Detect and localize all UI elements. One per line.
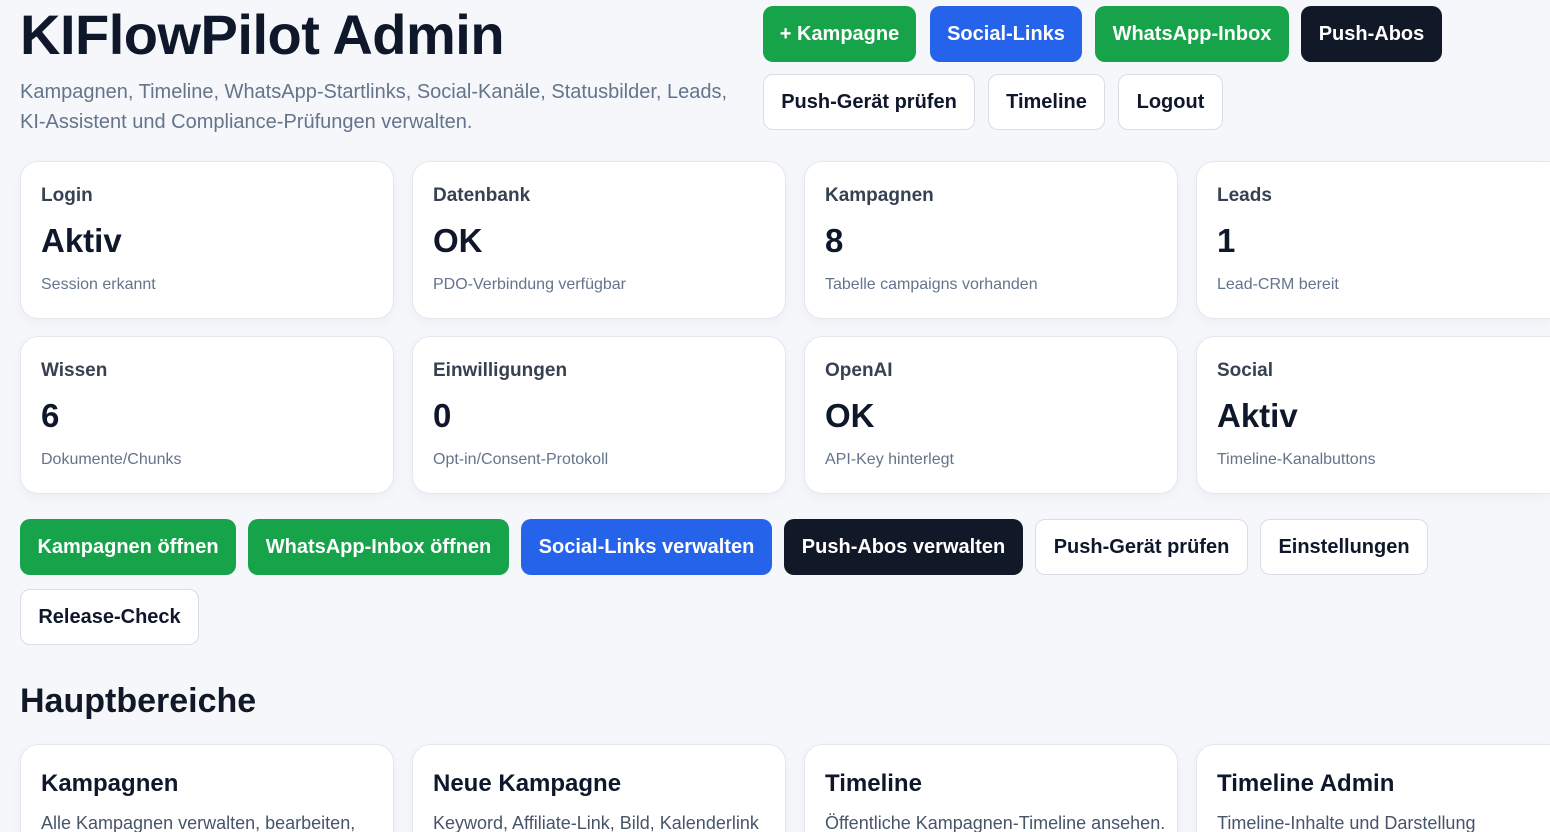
- page-title: KIFlowPilot Admin: [20, 3, 505, 66]
- area-card-title: Timeline: [825, 770, 922, 797]
- release-check-button[interactable]: Release-Check: [20, 589, 199, 645]
- page-subtitle: Kampagnen, Timeline, WhatsApp-Startlinks…: [20, 81, 728, 133]
- open-campaigns-button[interactable]: Kampagnen öffnen: [20, 519, 236, 575]
- area-card-description: Keyword, Affiliate-Link, Bild, Kalenderl…: [433, 813, 759, 832]
- open-whatsapp-inbox-button[interactable]: WhatsApp-Inbox öffnen: [248, 519, 509, 575]
- new-campaign-button[interactable]: + Kampagne: [763, 6, 916, 62]
- status-card-label: Social: [1217, 360, 1273, 381]
- status-card-label: Datenbank: [433, 185, 531, 206]
- section-title-main-areas: Hauptbereiche: [20, 682, 257, 720]
- area-card-title: Timeline Admin: [1217, 770, 1395, 797]
- status-card-value: 6: [41, 397, 60, 434]
- status-card-login: Login Aktiv Session erkannt: [20, 161, 394, 319]
- area-card-campaigns[interactable]: Kampagnen Alle Kampagnen verwalten, bear…: [20, 744, 394, 832]
- status-card-note: Opt-in/Consent-Protokoll: [433, 451, 609, 468]
- push-subscriptions-button[interactable]: Push-Abos: [1301, 6, 1442, 62]
- status-card-label: Kampagnen: [825, 185, 934, 206]
- status-card-label: Einwilligungen: [433, 360, 568, 381]
- status-card-social: Social Aktiv Timeline-Kanalbuttons: [1196, 336, 1550, 494]
- status-card-label: Wissen: [41, 360, 108, 381]
- area-card-description: Alle Kampagnen verwalten, bearbeiten,: [41, 813, 356, 832]
- area-card-timeline[interactable]: Timeline Öffentliche Kampagnen-Timeline …: [804, 744, 1178, 832]
- area-card-description: Timeline-Inhalte und Darstellung: [1217, 813, 1476, 832]
- settings-button[interactable]: Einstellungen: [1260, 519, 1428, 575]
- status-card-leads: Leads 1 Lead-CRM bereit: [1196, 161, 1550, 319]
- manage-social-links-button[interactable]: Social-Links verwalten: [521, 519, 772, 575]
- status-card-label: Leads: [1217, 185, 1272, 206]
- status-card-note: Timeline-Kanalbuttons: [1217, 451, 1376, 468]
- status-card-value: 1: [1217, 222, 1236, 259]
- area-card-description: Öffentliche Kampagnen-Timeline ansehen.: [825, 813, 1166, 832]
- status-card-note: Session erkannt: [41, 276, 156, 293]
- status-card-note: PDO-Verbindung verfügbar: [433, 276, 626, 293]
- status-card-consents: Einwilligungen 0 Opt-in/Consent-Protokol…: [412, 336, 786, 494]
- status-card-value: 8: [825, 222, 844, 259]
- status-card-value: Aktiv: [1217, 397, 1298, 434]
- area-card-timeline-admin[interactable]: Timeline Admin Timeline-Inhalte und Dars…: [1196, 744, 1550, 832]
- status-card-label: Login: [41, 185, 93, 206]
- logout-button[interactable]: Logout: [1118, 74, 1223, 130]
- area-card-title: Kampagnen: [41, 770, 179, 797]
- status-card-note: Lead-CRM bereit: [1217, 276, 1339, 293]
- status-card-note: Tabelle campaigns vorhanden: [825, 276, 1038, 293]
- timeline-button[interactable]: Timeline: [988, 74, 1105, 130]
- status-card-campaigns: Kampagnen 8 Tabelle campaigns vorhanden: [804, 161, 1178, 319]
- social-links-button[interactable]: Social-Links: [930, 6, 1082, 62]
- area-card-new-campaign[interactable]: Neue Kampagne Keyword, Affiliate-Link, B…: [412, 744, 786, 832]
- push-device-check-button[interactable]: Push-Gerät prüfen: [763, 74, 975, 130]
- status-card-note: API-Key hinterlegt: [825, 451, 954, 468]
- status-card-value: OK: [433, 222, 483, 259]
- status-card-value: OK: [825, 397, 875, 434]
- push-device-check-button-2[interactable]: Push-Gerät prüfen: [1035, 519, 1248, 575]
- status-card-value: Aktiv: [41, 222, 122, 259]
- whatsapp-inbox-button[interactable]: WhatsApp-Inbox: [1095, 6, 1289, 62]
- status-card-openai: OpenAI OK API-Key hinterlegt: [804, 336, 1178, 494]
- manage-push-subscriptions-button[interactable]: Push-Abos verwalten: [784, 519, 1023, 575]
- status-card-knowledge: Wissen 6 Dokumente/Chunks: [20, 336, 394, 494]
- status-card-value: 0: [433, 397, 452, 434]
- area-card-title: Neue Kampagne: [433, 770, 622, 797]
- status-card-label: OpenAI: [825, 360, 893, 381]
- status-card-note: Dokumente/Chunks: [41, 451, 182, 468]
- status-card-database: Datenbank OK PDO-Verbindung verfügbar: [412, 161, 786, 319]
